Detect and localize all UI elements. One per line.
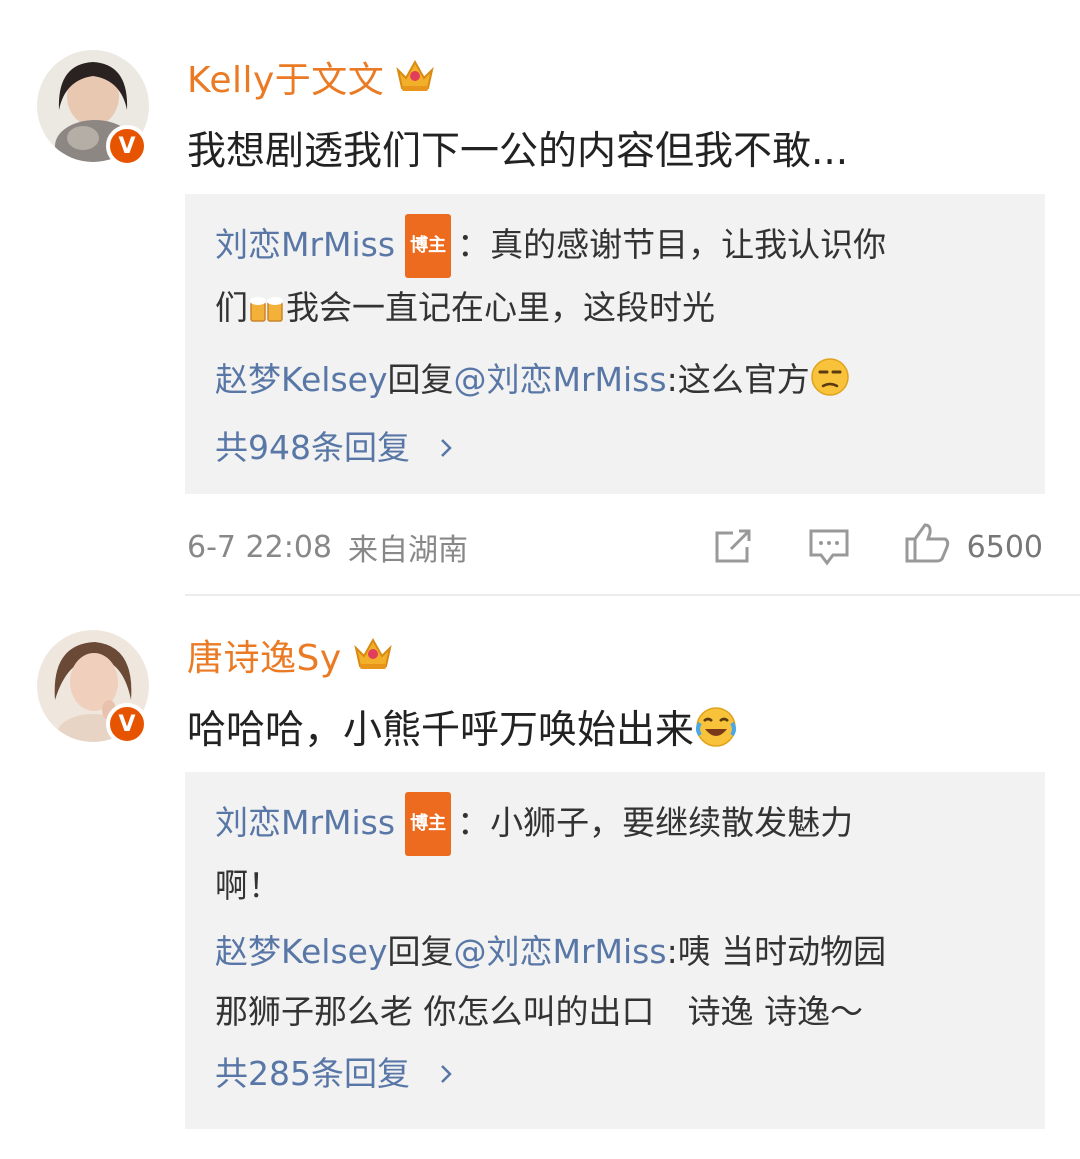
- reply-word: 回复: [387, 932, 454, 971]
- username[interactable]: Kelly于文文: [187, 51, 384, 103]
- reply-preview-box[interactable]: 刘恋MrMiss 博主 ：小狮子，要继续散发魅力 啊！ 赵梦Kelsey回复@刘恋M…: [185, 772, 1045, 1129]
- comment-item: V 唐诗逸Sy 哈哈哈，小熊千呼万唤始出来 刘恋MrMiss 博主 ：小狮子，要继: [0, 596, 1080, 1159]
- more-replies-text: 共285条回复: [215, 1054, 410, 1093]
- location: 来自湖南: [348, 533, 468, 568]
- reply-author[interactable]: 刘恋MrMiss: [215, 803, 395, 842]
- beer-emoji-icon: [248, 284, 286, 344]
- crown-icon: [394, 56, 436, 98]
- like-button[interactable]: 6500: [903, 521, 1043, 573]
- more-replies-link[interactable]: 共285条回复: [215, 1042, 1015, 1106]
- username-row: 唐诗逸Sy: [187, 629, 394, 681]
- reply-sep: ：: [457, 225, 491, 264]
- blogger-badge: 博主: [405, 214, 452, 278]
- laughing-crying-emoji-icon: [694, 705, 738, 759]
- reply-word: 回复: [387, 360, 454, 399]
- verified-badge: V: [106, 125, 148, 167]
- reply-mention[interactable]: @刘恋MrMiss: [454, 360, 667, 399]
- reply-author[interactable]: 刘恋MrMiss: [215, 225, 395, 264]
- username-row: Kelly于文文: [187, 51, 436, 103]
- more-replies-link[interactable]: 共948条回复: [215, 416, 1015, 480]
- reply-text: 小狮子，要继续散发魅力: [490, 803, 854, 842]
- like-count: 6500: [966, 529, 1043, 565]
- username[interactable]: 唐诗逸Sy: [187, 629, 342, 681]
- reply-mention[interactable]: @刘恋MrMiss: [454, 932, 667, 971]
- unamused-emoji-icon: [810, 356, 850, 416]
- share-icon[interactable]: [711, 527, 755, 567]
- comment-icon[interactable]: [807, 527, 851, 567]
- reply-sep: ：: [457, 803, 491, 842]
- verified-badge: V: [106, 703, 148, 745]
- more-replies-text: 共948条回复: [215, 428, 410, 467]
- reply-author[interactable]: 赵梦Kelsey: [215, 932, 388, 971]
- reply-text-cont: 那狮子那么老 你怎么叫的出口 诗逸 诗逸～: [215, 992, 863, 1031]
- crown-icon: [352, 634, 394, 676]
- action-bar: 6500: [711, 521, 1043, 573]
- comment-text: 我想剧透我们下一公的内容但我不敢...: [187, 129, 849, 174]
- reply-text: :这么官方: [666, 360, 810, 399]
- reply-text-cont: 们: [215, 288, 248, 327]
- chevron-right-icon: [428, 1054, 453, 1093]
- comment-item: V Kelly于文文 我想剧透我们下一公的内容但我不敢... 刘恋MrMiss 博…: [0, 0, 1080, 596]
- reply-text-cont2: 我会一直记在心里，这段时光: [286, 288, 715, 327]
- comment-footer: 6-7 22:08 来自湖南 6500: [187, 522, 1043, 572]
- reply-text-cont: 啊！: [215, 866, 281, 905]
- reply-text: :咦 当时动物园: [666, 932, 887, 971]
- comment-text: 哈哈哈，小熊千呼万唤始出来: [187, 699, 738, 759]
- reply-item: 刘恋MrMiss 博主 ：真的感谢节目，让我认识你 们 我会一直记在心里，这段时光: [215, 214, 1015, 344]
- reply-item: 赵梦Kelsey回复@刘恋MrMiss:这么官方: [215, 350, 1015, 416]
- chevron-right-icon: [428, 428, 453, 467]
- reply-item: 赵梦Kelsey回复@刘恋MrMiss:咦 当时动物园 那狮子那么老 你怎么叫的…: [215, 922, 1015, 1042]
- reply-text: 真的感谢节目，让我认识你: [490, 225, 887, 264]
- reply-author[interactable]: 赵梦Kelsey: [215, 360, 388, 399]
- reply-preview-box[interactable]: 刘恋MrMiss 博主 ：真的感谢节目，让我认识你 们 我会一直记在心里，这段时光 …: [185, 194, 1045, 494]
- like-icon: [903, 521, 951, 573]
- blogger-badge: 博主: [405, 792, 452, 856]
- timestamp: 6-7 22:08: [187, 529, 332, 565]
- comment-text-body: 哈哈哈，小熊千呼万唤始出来: [187, 708, 695, 753]
- reply-item: 刘恋MrMiss 博主 ：小狮子，要继续散发魅力 啊！: [215, 792, 1015, 916]
